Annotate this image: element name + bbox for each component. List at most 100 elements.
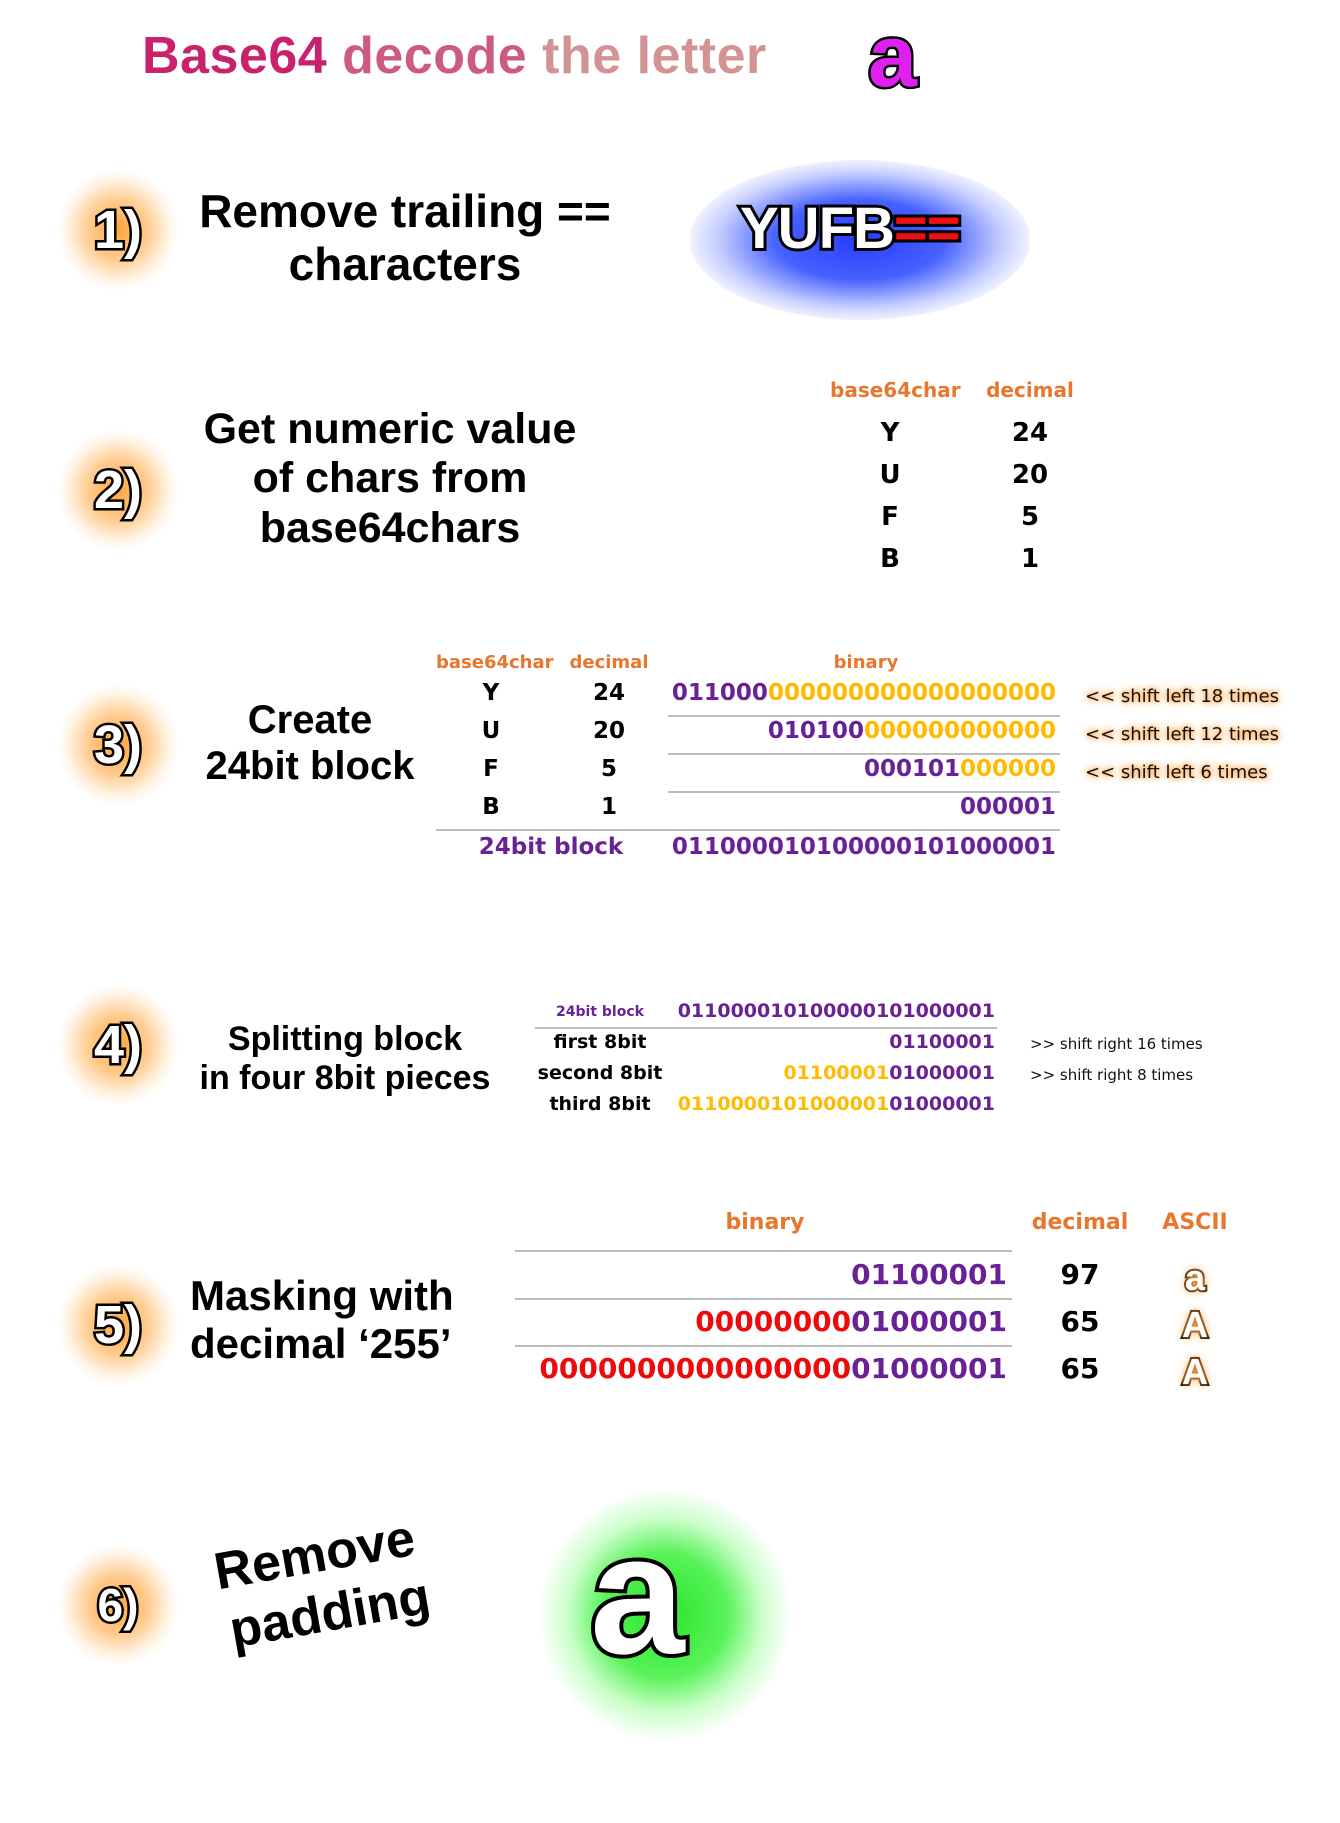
- step-3-header-binary: binary: [833, 652, 899, 673]
- step-1-heading: Remove trailing == characters: [170, 185, 640, 291]
- title-part-decode: decode: [342, 27, 528, 85]
- step-4-block-row: 24bit block 011000010100000101000001: [535, 1000, 995, 1026]
- step-4-row-value: 01100001: [889, 1031, 995, 1053]
- binary-value-bits: 011000: [671, 680, 768, 706]
- step-3-header-decimal: decimal: [569, 652, 649, 673]
- step-2-row: B 1: [830, 544, 1090, 586]
- step-2-heading: Get numeric value of chars from base64ch…: [170, 405, 610, 553]
- step-3-cell-char: U: [481, 718, 501, 744]
- step-3-number: 3): [91, 715, 144, 775]
- step-3-cell-binary: 000101000000: [864, 756, 1056, 782]
- step-4-block-label: 24bit block: [556, 1004, 644, 1020]
- kept-bits: 01000001: [851, 1352, 1007, 1385]
- step-5-header-ascii: ASCII: [1162, 1210, 1228, 1235]
- step-2-row: Y 24: [830, 418, 1090, 460]
- step-4-row: first 8bit 01100001: [535, 1031, 995, 1059]
- step-5-header-decimal: decimal: [1031, 1210, 1129, 1235]
- step-3-cell-char: Y: [482, 680, 500, 706]
- title-part-the-letter: the letter: [542, 27, 767, 85]
- step-5-row: 000000000000000001000001 65 A: [515, 1352, 1255, 1392]
- kept-bits: 01100001: [851, 1258, 1007, 1291]
- row-divider: [515, 1250, 1012, 1252]
- step-3-row: U 20 010100000000000000: [436, 718, 1056, 752]
- step-5-row: 01100001 97 a: [515, 1258, 1255, 1298]
- binary-shift-zeros: 000000: [959, 756, 1056, 782]
- step-6-number: 6): [95, 1579, 141, 1631]
- step-3-heading: Create 24bit block: [190, 697, 430, 789]
- kept-bits: 01000001: [851, 1305, 1007, 1338]
- step-6-badge: 6): [58, 1545, 178, 1665]
- step-5-cell-decimal: 65: [1060, 1352, 1100, 1385]
- step-2-cell-decimal: 1: [1020, 544, 1040, 574]
- step-6-heading: Remove padding: [205, 1508, 435, 1663]
- shift-right-8-note: >> shift right 8 times: [1030, 1066, 1194, 1084]
- step-1-badge: 1): [58, 170, 178, 290]
- total-divider: [436, 829, 1060, 831]
- step-4-badge: 4): [58, 985, 178, 1105]
- encoded-string: YUFB==: [737, 197, 964, 261]
- step-3-cell-binary: 011000000000000000000000: [672, 680, 1056, 706]
- step-3-cell-decimal: 20: [592, 718, 625, 744]
- step-3-cell-char: B: [482, 794, 500, 820]
- step-3-row: F 5 000101000000: [436, 756, 1056, 790]
- step-3-total-label: 24bit block: [478, 834, 624, 860]
- step-2-cell-char: U: [879, 460, 901, 490]
- step-5-heading-line1: Masking with: [190, 1272, 454, 1319]
- row-divider: [668, 753, 1060, 755]
- shift-left-12-note: << shift left 12 times: [1085, 724, 1280, 745]
- step-3-cell-decimal: 24: [592, 680, 625, 706]
- row-divider: [535, 1027, 997, 1029]
- step-4-row: second 8bit 0110000101000001: [535, 1062, 995, 1090]
- step-5-cell-decimal: 65: [1060, 1305, 1100, 1338]
- step-2-row: U 20: [830, 460, 1090, 502]
- step-5-cell-binary: 0000000001000001: [695, 1305, 1007, 1338]
- step-2-cell-decimal: 5: [1020, 502, 1040, 532]
- title-part-base64: Base64: [142, 27, 328, 85]
- step-1-heading-line2: characters: [288, 237, 522, 290]
- step-3-row: Y 24 011000000000000000000000: [436, 680, 1056, 714]
- step-4-heading-line2: in four 8bit pieces: [199, 1059, 491, 1098]
- step-2-badge: 2): [58, 430, 178, 550]
- kept-bits: 01000001: [889, 1062, 995, 1084]
- dropped-bits: 0110000101000001: [677, 1093, 890, 1115]
- title-letter-a: a: [866, 6, 920, 105]
- step-3-total-value: 011000010100000101000001: [671, 834, 1056, 860]
- binary-value-bits: 000001: [959, 794, 1056, 820]
- shift-left-6-note: << shift left 6 times: [1085, 762, 1268, 783]
- step-2-heading-line2: of chars from: [252, 454, 528, 503]
- step-2-heading-line3: base64chars: [259, 503, 521, 552]
- step-4-heading-line1: Splitting block: [227, 1020, 463, 1058]
- step-3-cell-binary: 000001: [960, 794, 1056, 820]
- binary-shift-zeros: 000000000000: [863, 718, 1056, 744]
- row-divider: [668, 715, 1060, 717]
- step-2-cell-char: B: [880, 544, 900, 574]
- step-5-row: 0000000001000001 65 A: [515, 1305, 1255, 1345]
- step-5-header-binary: binary: [725, 1210, 805, 1235]
- encoded-main: YUFB: [737, 196, 898, 261]
- step-4-heading: Splitting block in four 8bit pieces: [180, 1020, 510, 1098]
- binary-value-bits: 000101: [863, 756, 960, 782]
- step-5-cell-ascii: a: [1183, 1257, 1207, 1298]
- step-5-heading-line2: decimal ‘255’: [190, 1320, 452, 1368]
- kept-bits: 01100001: [889, 1031, 995, 1053]
- step-3-table: base64char decimal binary Y 24 011000000…: [436, 652, 1060, 872]
- step-4-row-label: first 8bit: [553, 1031, 647, 1053]
- masked-bits: 0000000000000000: [539, 1352, 852, 1385]
- step-1-heading-line1: Remove trailing ==: [199, 185, 611, 237]
- step-2-cell-char: F: [881, 502, 899, 532]
- step-2-table: base64char decimal Y 24 U 20 F 5 B 1: [830, 378, 1090, 586]
- step-2-heading-line1: Get numeric value: [203, 405, 577, 453]
- step-1-number: 1): [91, 200, 144, 260]
- kept-bits: 01000001: [889, 1093, 995, 1115]
- step-5-table: binary decimal ASCII 01100001 97 a 00000…: [515, 1210, 1255, 1392]
- step-5-heading: Masking with decimal ‘255’: [190, 1272, 480, 1369]
- step-3-cell-decimal: 5: [600, 756, 617, 782]
- shift-left-18-note: << shift left 18 times: [1085, 686, 1280, 707]
- step-4-row-label: second 8bit: [537, 1062, 663, 1084]
- step-5-cell-binary: 000000000000000001000001: [539, 1352, 1007, 1385]
- page-title: Base64 decode the letter: [142, 26, 767, 86]
- step-5-badge: 5): [58, 1265, 178, 1385]
- step-2-cell-decimal: 24: [1011, 418, 1049, 448]
- step-5-cell-ascii: A: [1180, 1304, 1210, 1345]
- row-divider: [515, 1345, 1012, 1347]
